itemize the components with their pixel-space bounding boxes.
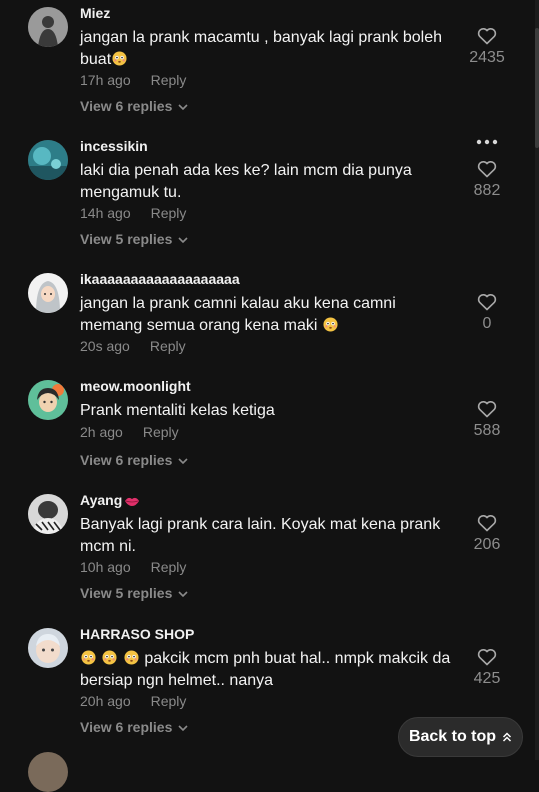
comment-time: 20h ago xyxy=(80,693,131,709)
like-button[interactable]: 882 xyxy=(466,160,508,200)
heart-icon xyxy=(477,515,497,532)
like-button[interactable]: 425 xyxy=(466,648,508,688)
flushed-face-icon xyxy=(112,51,127,66)
heart-icon xyxy=(477,294,497,311)
like-count: 425 xyxy=(473,670,501,687)
flushed-face-icon xyxy=(323,317,338,332)
reply-button[interactable]: Reply xyxy=(151,559,187,575)
like-button[interactable]: 2435 xyxy=(466,27,508,67)
chevron-down-icon xyxy=(178,237,188,243)
flushed-face-icon xyxy=(102,650,117,665)
like-count: 2435 xyxy=(469,49,505,66)
heart-icon xyxy=(477,161,497,178)
avatar[interactable] xyxy=(28,752,68,792)
view-replies-label: View 5 replies xyxy=(80,231,173,247)
comment-time: 14h ago xyxy=(80,205,131,221)
like-button[interactable]: 588 xyxy=(466,400,508,440)
view-replies-label: View 6 replies xyxy=(80,452,173,468)
heart-icon xyxy=(477,649,497,666)
comment-meta: 17h ago Reply xyxy=(80,72,186,88)
comment-text: Prank mentaliti kelas ketiga xyxy=(80,402,275,419)
scrollbar[interactable] xyxy=(535,0,539,760)
like-count: 206 xyxy=(473,536,501,553)
reply-button[interactable]: Reply xyxy=(143,424,179,440)
more-options-icon[interactable] xyxy=(476,139,498,145)
chevron-down-icon xyxy=(178,591,188,597)
comment-time: 20s ago xyxy=(80,338,130,354)
view-replies-button[interactable]: View 5 replies xyxy=(80,231,188,247)
avatar[interactable] xyxy=(28,140,68,180)
comment-time: 2h ago xyxy=(80,424,123,440)
comment-meta: 20s ago Reply xyxy=(80,338,186,354)
comment-time: 17h ago xyxy=(80,72,131,88)
reply-button[interactable]: Reply xyxy=(151,693,187,709)
like-button[interactable]: 206 xyxy=(466,514,508,554)
reply-button[interactable]: Reply xyxy=(150,338,186,354)
comment-meta: 14h ago Reply xyxy=(80,205,186,221)
flushed-face-icon xyxy=(124,650,139,665)
view-replies-button[interactable]: View 6 replies xyxy=(80,98,188,114)
comment-text: jangan la prank camni kalau aku kena cam… xyxy=(80,295,396,334)
comment-time: 10h ago xyxy=(80,559,131,575)
chevron-down-icon xyxy=(178,104,188,110)
comment-username[interactable]: Ayang xyxy=(80,492,140,508)
view-replies-button[interactable]: View 6 replies xyxy=(80,452,188,468)
back-to-top-label: Back to top xyxy=(408,728,497,745)
comment-meta: 2h ago Reply xyxy=(80,424,179,440)
lips-icon xyxy=(125,497,140,506)
reply-button[interactable]: Reply xyxy=(151,72,187,88)
scrollbar-thumb[interactable] xyxy=(535,28,539,148)
comment-meta: 20h ago Reply xyxy=(80,693,186,709)
comment-username[interactable]: meow.moonlight xyxy=(80,378,191,394)
comment-text: jangan la prank macamtu , banyak lagi pr… xyxy=(80,29,442,68)
view-replies-label: View 6 replies xyxy=(80,719,173,735)
avatar[interactable] xyxy=(28,628,68,668)
like-button[interactable]: 0 xyxy=(466,293,508,333)
avatar[interactable] xyxy=(28,7,68,47)
like-count: 882 xyxy=(473,182,501,199)
avatar[interactable] xyxy=(28,380,68,420)
chevron-down-icon xyxy=(178,458,188,464)
comment-text: Banyak lagi prank cara lain. Koyak mat k… xyxy=(80,516,441,555)
avatar[interactable] xyxy=(28,494,68,534)
view-replies-button[interactable]: View 5 replies xyxy=(80,585,188,601)
comment-text: pakcik mcm pnh buat hal.. nmpk makcik da… xyxy=(80,650,451,689)
comment-username[interactable]: ikaaaaaaaaaaaaaaaaaaa xyxy=(80,271,240,287)
view-replies-label: View 6 replies xyxy=(80,98,173,114)
view-replies-button[interactable]: View 6 replies xyxy=(80,719,188,735)
comment-text: laki dia penah ada kes ke? lain mcm dia … xyxy=(80,162,412,201)
heart-icon xyxy=(477,401,497,418)
view-replies-label: View 5 replies xyxy=(80,585,173,601)
chevron-down-icon xyxy=(178,725,188,731)
back-to-top-button[interactable]: Back to top xyxy=(398,717,523,757)
like-count: 0 xyxy=(482,315,492,332)
comment-username[interactable]: HARRASO SHOP xyxy=(80,626,194,642)
avatar[interactable] xyxy=(28,273,68,313)
flushed-face-icon xyxy=(81,650,96,665)
reply-button[interactable]: Reply xyxy=(151,205,187,221)
comment-meta: 10h ago Reply xyxy=(80,559,186,575)
double-chevron-up-icon xyxy=(503,732,512,742)
like-count: 588 xyxy=(473,422,501,439)
comment-username[interactable]: incessikin xyxy=(80,138,148,154)
heart-icon xyxy=(477,28,497,45)
comment-username[interactable]: Miez xyxy=(80,5,110,21)
